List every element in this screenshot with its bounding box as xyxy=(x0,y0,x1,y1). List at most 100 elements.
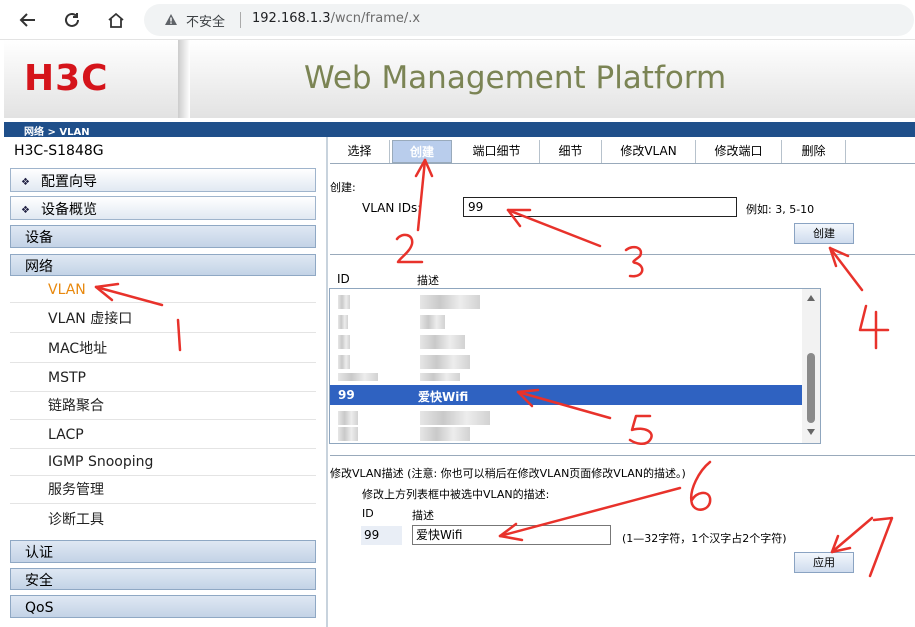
h3c-logo: H3C xyxy=(24,58,109,99)
browser-toolbar: 不安全 192.168.1.3/wcn/frame/.x xyxy=(0,0,915,40)
nav-group-label: 认证 xyxy=(25,545,53,561)
address-bar[interactable]: 不安全 192.168.1.3/wcn/frame/.x xyxy=(144,4,914,36)
redacted-desc xyxy=(420,295,480,309)
nav-device-overview[interactable]: ❖ 设备概览 xyxy=(10,196,316,220)
annotation-digit-6 xyxy=(689,460,712,511)
tab-delete[interactable]: 删除 xyxy=(782,140,846,163)
url-host: 192.168.1.3 xyxy=(252,11,331,26)
banner-divider xyxy=(178,40,190,118)
nav-label: MAC地址 xyxy=(48,341,108,357)
nav-group-security[interactable]: 安全 xyxy=(10,568,316,590)
annotation-digit-7 xyxy=(868,516,894,578)
nav-group-label: 网络 xyxy=(25,259,53,275)
omnibox-separator xyxy=(240,12,241,28)
selected-desc: 爱快Wifi xyxy=(418,390,469,404)
nav-label: 配置向导 xyxy=(41,174,97,190)
breadcrumb-bar: 网络 > VLAN xyxy=(4,122,915,138)
tab-modify-vlan[interactable]: 修改VLAN xyxy=(602,140,696,163)
description-input[interactable]: 爱快Wifi xyxy=(412,525,611,545)
nav-label: 设备概览 xyxy=(41,202,97,218)
scroll-down-icon[interactable] xyxy=(807,429,815,435)
create-button[interactable]: 创建 xyxy=(794,223,854,244)
nav-item-vlan[interactable]: VLAN xyxy=(10,279,316,303)
nav-item-igmp[interactable]: IGMP Snooping xyxy=(10,450,316,476)
nav-label: MSTP xyxy=(48,370,86,386)
vlan-listbox[interactable]: 99 爱快Wifi xyxy=(329,288,821,444)
nav-label: 诊断工具 xyxy=(48,512,104,528)
warning-icon xyxy=(165,14,177,25)
scroll-up-icon[interactable] xyxy=(807,295,815,301)
scroll-thumb[interactable] xyxy=(807,353,815,423)
nav-label: 服务管理 xyxy=(48,482,104,498)
redacted-desc xyxy=(420,427,470,441)
nav-group-label: 安全 xyxy=(25,573,53,589)
reload-button[interactable] xyxy=(58,6,86,34)
annotation-digit-4 xyxy=(858,304,890,350)
nav-group-label: 设备 xyxy=(25,230,53,246)
platform-title: Web Management Platform xyxy=(304,60,727,96)
annotation-digit-3 xyxy=(624,245,644,278)
tab-create[interactable]: 创建 xyxy=(392,140,452,163)
list-item[interactable] xyxy=(330,371,802,385)
device-name: H3C-S1848G xyxy=(14,143,104,159)
redacted-id xyxy=(338,335,350,349)
vlan-ids-label: VLAN IDs: xyxy=(362,201,422,215)
list-item[interactable] xyxy=(330,351,802,371)
tab-label: 修改VLAN xyxy=(620,144,677,158)
tab-bar: 选择 创建 端口细节 细节 修改VLAN 修改端口 删除 xyxy=(330,140,915,164)
annotation-arrowhead-7 xyxy=(830,534,852,554)
list-item[interactable] xyxy=(330,331,802,351)
list-item[interactable] xyxy=(330,311,802,331)
selected-id: 99 xyxy=(338,388,355,402)
home-button[interactable] xyxy=(102,6,130,34)
nav-label: 链路聚合 xyxy=(48,398,104,414)
diamond-icon: ❖ xyxy=(21,177,30,188)
nav-item-mstp[interactable]: MSTP xyxy=(10,366,316,392)
nav-item-service-mgmt[interactable]: 服务管理 xyxy=(10,478,316,504)
vlan-ids-input[interactable]: 99 xyxy=(463,197,737,217)
nav-item-vlan-interface[interactable]: VLAN 虚接口 xyxy=(10,307,316,333)
url-text: 192.168.1.3/wcn/frame/.x xyxy=(252,11,420,26)
list-item-selected[interactable]: 99 爱快Wifi xyxy=(330,385,802,405)
back-button[interactable] xyxy=(14,6,42,34)
redacted-id xyxy=(338,355,350,369)
list-item[interactable] xyxy=(330,291,802,311)
breadcrumb: 网络 > VLAN xyxy=(24,127,90,138)
screen: 不安全 192.168.1.3/wcn/frame/.x H3C Web Man… xyxy=(0,0,915,627)
create-section-label: 创建: xyxy=(330,181,356,194)
diamond-icon: ❖ xyxy=(21,205,30,216)
tab-port-details[interactable]: 端口细节 xyxy=(454,140,540,163)
url-path: /wcn/frame/.x xyxy=(330,11,421,26)
list-scrollbar[interactable] xyxy=(802,289,820,443)
nav-item-mac[interactable]: MAC地址 xyxy=(10,337,316,363)
apply-button[interactable]: 应用 xyxy=(794,552,854,573)
nav-group-label: QoS xyxy=(25,600,54,616)
redacted-desc xyxy=(420,355,470,369)
tab-details[interactable]: 细节 xyxy=(540,140,602,163)
redacted-id xyxy=(338,373,378,381)
list-col-id: ID xyxy=(337,272,350,286)
tab-select[interactable]: 选择 xyxy=(330,140,390,163)
insecure-label: 不安全 xyxy=(186,15,226,30)
modify-col-id: ID xyxy=(362,507,374,520)
tab-label: 创建 xyxy=(409,145,434,159)
length-hint: (1—32字符，1个汉字占2个字符) xyxy=(622,532,787,545)
nav-group-network[interactable]: 网络 xyxy=(10,254,316,276)
redacted-id xyxy=(338,295,350,309)
nav-item-lacp[interactable]: LACP xyxy=(10,423,316,449)
example-label: 例如: 3, 5-10 xyxy=(746,203,815,216)
annotation-digit-2 xyxy=(395,233,424,264)
nav-label: IGMP Snooping xyxy=(48,454,154,470)
redacted-desc xyxy=(420,335,465,349)
tab-modify-port[interactable]: 修改端口 xyxy=(696,140,782,163)
nav-item-diagnostics[interactable]: 诊断工具 xyxy=(10,508,316,534)
tab-label: 修改端口 xyxy=(714,144,763,158)
nav-label: LACP xyxy=(48,427,84,443)
nav-group-qos[interactable]: QoS xyxy=(10,595,316,618)
nav-group-auth[interactable]: 认证 xyxy=(10,540,316,563)
nav-item-link-aggregation[interactable]: 链路聚合 xyxy=(10,394,316,420)
modify-section-label: 修改VLAN描述 (注意: 你也可以稍后在修改VLAN页面修改VLAN的描述。) xyxy=(330,467,686,480)
nav-config-wizard[interactable]: ❖ 配置向导 xyxy=(10,168,316,192)
nav-group-device[interactable]: 设备 xyxy=(10,225,316,248)
list-item[interactable] xyxy=(330,423,802,443)
